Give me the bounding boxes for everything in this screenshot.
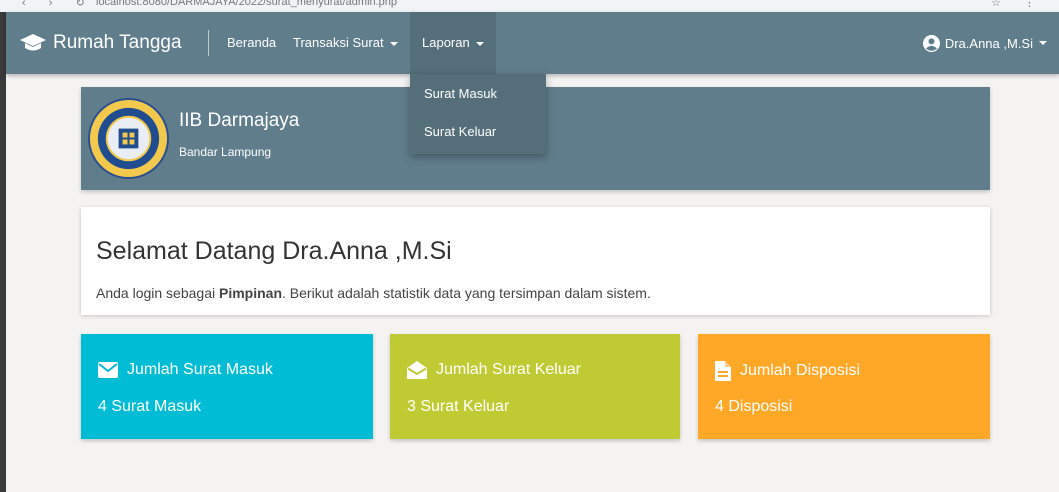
nav-transaksi-surat[interactable]: Transaksi Surat (293, 12, 398, 74)
stat-label: Jumlah Disposisi (740, 362, 861, 379)
stat-heading: Jumlah Disposisi (715, 361, 860, 381)
menu-item-surat-keluar[interactable]: Surat Keluar (424, 124, 496, 139)
envelope-icon (98, 362, 118, 378)
user-circle-icon (922, 34, 940, 52)
caret-down-icon (1039, 41, 1047, 45)
menu-item-surat-masuk[interactable]: Surat Masuk (424, 86, 497, 101)
stat-card-disposisi[interactable]: Jumlah Disposisi 4 Disposisi (698, 334, 990, 439)
brand-name: Rumah Tangga (53, 32, 182, 53)
file-icon (715, 361, 731, 381)
welcome-suffix: . Berikut adalah statistik data yang ter… (282, 285, 651, 301)
stat-card-surat-keluar[interactable]: Jumlah Surat Keluar 3 Surat Keluar (390, 334, 680, 439)
welcome-card: Selamat Datang Dra.Anna ,M.Si Anda login… (81, 207, 990, 315)
graduation-cap-icon (20, 34, 46, 51)
welcome-title: Selamat Datang Dra.Anna ,M.Si (96, 237, 452, 265)
stat-value: 4 Disposisi (715, 398, 793, 415)
welcome-prefix: Anda login sebagai (96, 285, 219, 301)
nav-beranda[interactable]: Beranda (227, 12, 276, 74)
caret-down-icon (389, 41, 398, 46)
nav-transaksi-surat-label: Transaksi Surat (293, 35, 384, 50)
institution-city: Bandar Lampung (179, 145, 272, 159)
nav-laporan[interactable]: Laporan (410, 12, 496, 74)
caret-down-icon (475, 41, 484, 46)
browser-extension-icons[interactable]: ☆ ⋮ (991, 0, 1045, 9)
top-navbar: Rumah Tangga Beranda Transaksi Surat Lap… (6, 12, 1059, 74)
stat-card-surat-masuk[interactable]: Jumlah Surat Masuk 4 Surat Masuk (81, 334, 373, 439)
nav-laporan-label: Laporan (422, 35, 470, 50)
user-menu[interactable]: Dra.Anna ,M.Si (922, 12, 1047, 74)
address-bar[interactable]: localhost:8080/DARMAJAYA/2022/surat_meny… (96, 0, 397, 8)
user-name: Dra.Anna ,M.Si (944, 35, 1033, 51)
stat-value: 3 Surat Keluar (407, 398, 510, 415)
stat-heading: Jumlah Surat Masuk (98, 361, 273, 379)
stat-label: Jumlah Surat Keluar (436, 361, 581, 378)
stat-value: 4 Surat Masuk (98, 398, 202, 415)
laporan-dropdown: Surat Masuk Surat Keluar (410, 74, 546, 154)
welcome-text: Anda login sebagai Pimpinan. Berikut ada… (96, 285, 651, 301)
stat-label: Jumlah Surat Masuk (127, 361, 273, 378)
nav-divider (208, 30, 209, 56)
window-edge (0, 12, 6, 492)
brand[interactable]: Rumah Tangga (19, 12, 182, 74)
envelope-open-icon (407, 361, 427, 379)
institution-name: IIB Darmajaya (179, 110, 300, 131)
stat-heading: Jumlah Surat Keluar (407, 361, 581, 379)
institution-logo (88, 98, 169, 179)
role-label: Pimpinan (219, 285, 283, 301)
browser-nav-icons[interactable]: ‹ › ↻ (22, 0, 95, 9)
